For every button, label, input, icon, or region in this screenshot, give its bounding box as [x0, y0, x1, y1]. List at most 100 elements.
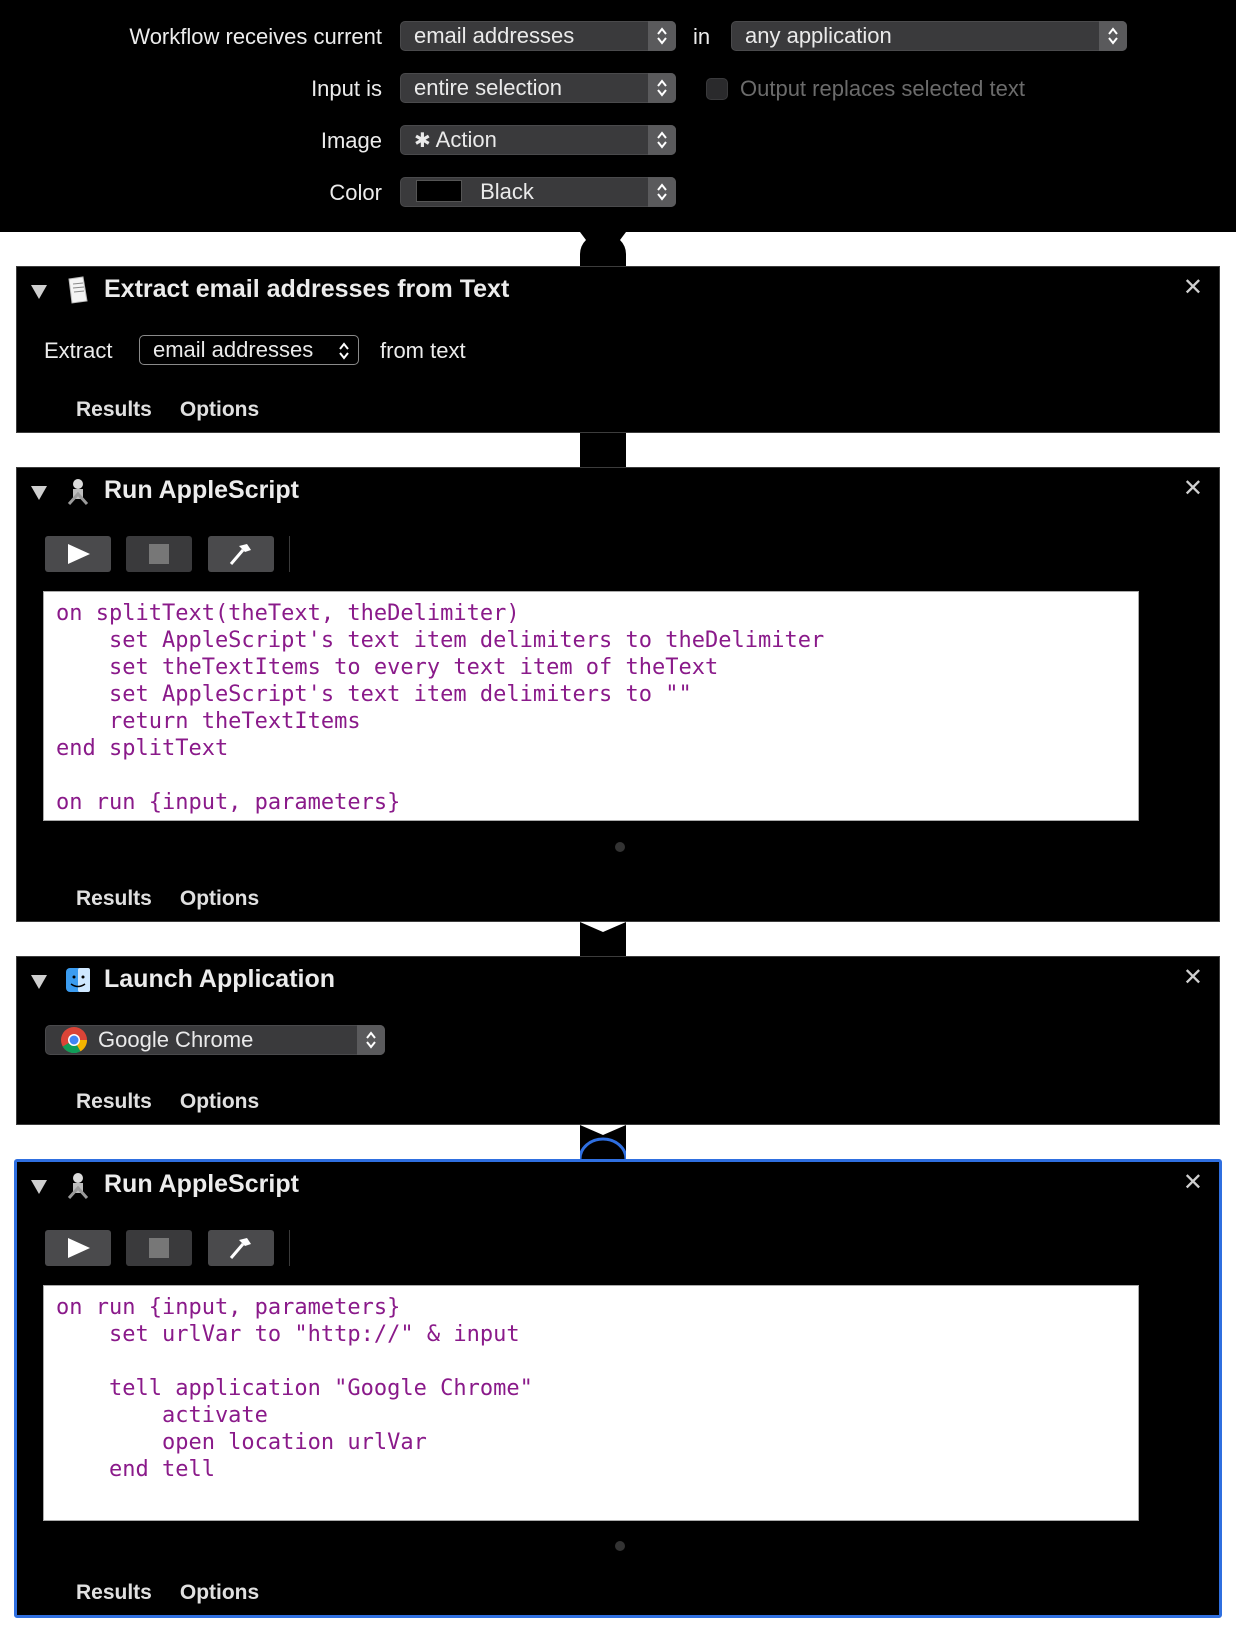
code-line: activate — [56, 1403, 268, 1428]
stop-button[interactable] — [126, 536, 192, 572]
extract-value: email addresses — [153, 337, 314, 362]
gear-icon: ✱ — [414, 130, 431, 152]
script-editor[interactable]: on run {input, parameters} set urlVar to… — [43, 1285, 1139, 1521]
stepper-icon — [648, 125, 676, 155]
code-line: on run {input, parameters} — [56, 790, 401, 815]
hammer-icon — [229, 544, 251, 565]
toolbar-divider — [289, 536, 290, 572]
run-button[interactable] — [45, 1230, 111, 1266]
image-label: Image — [320, 128, 382, 153]
image-popup[interactable]: ✱ Action — [400, 125, 676, 155]
disclosure-triangle-icon[interactable] — [31, 975, 47, 989]
results-tab[interactable]: Results — [76, 398, 152, 421]
in-label: in — [693, 24, 711, 49]
action-title: Extract email addresses from Text — [104, 275, 510, 303]
connector-icon — [580, 232, 626, 266]
results-tab[interactable]: Results — [76, 1090, 152, 1113]
resize-handle[interactable] — [615, 842, 625, 852]
stepper-icon — [648, 73, 676, 103]
stop-icon — [149, 544, 169, 564]
stop-icon — [149, 1238, 169, 1258]
disclosure-triangle-icon[interactable] — [31, 1180, 47, 1194]
applescript-icon — [67, 1173, 89, 1200]
extract-popup[interactable]: email addresses — [139, 335, 359, 365]
options-tab[interactable]: Options — [180, 1090, 259, 1113]
play-icon — [68, 1238, 90, 1258]
code-line: open location urlVar — [56, 1430, 427, 1455]
compile-button[interactable] — [208, 536, 274, 572]
applescript-icon — [67, 479, 89, 506]
code-line: tell application "Google Chrome" — [56, 1376, 533, 1401]
close-icon[interactable]: ✕ — [1183, 963, 1203, 992]
input-popup[interactable]: entire selection — [400, 73, 676, 103]
code-line: return theTextItems — [56, 709, 361, 734]
toolbar-divider — [289, 1230, 290, 1266]
application-popup[interactable]: Google Chrome — [45, 1025, 385, 1055]
close-icon[interactable]: ✕ — [1183, 474, 1203, 503]
code-line: end splitText — [56, 736, 229, 761]
disclosure-triangle-icon[interactable] — [31, 285, 47, 299]
results-tab[interactable]: Results — [76, 1581, 152, 1604]
input-value: entire selection — [414, 75, 562, 100]
output-replaces-label: Output replaces selected text — [740, 76, 1025, 101]
action-tabs: Results Options — [76, 1090, 287, 1114]
action-run-applescript-1[interactable]: Run AppleScript ✕ on splitText(theText, … — [16, 467, 1220, 922]
connector-icon — [580, 1125, 626, 1159]
chrome-icon — [61, 1027, 88, 1054]
action-run-applescript-2[interactable]: Run AppleScript ✕ on run {input, paramet… — [14, 1159, 1222, 1618]
script-editor[interactable]: on splitText(theText, theDelimiter) set … — [43, 591, 1139, 821]
image-value: Action — [435, 127, 497, 152]
connector-icon — [580, 922, 626, 956]
action-extract-email[interactable]: Extract email addresses from Text ✕ Extr… — [16, 266, 1220, 433]
options-tab[interactable]: Options — [180, 1581, 259, 1604]
options-tab[interactable]: Options — [180, 398, 259, 421]
action-title: Run AppleScript — [104, 476, 299, 504]
stepper-icon — [648, 177, 676, 207]
options-tab[interactable]: Options — [180, 887, 259, 910]
close-icon[interactable]: ✕ — [1183, 1168, 1203, 1197]
compile-button[interactable] — [208, 1230, 274, 1266]
stepper-icon — [338, 340, 350, 368]
color-label: Color — [329, 180, 382, 205]
code-line: set theTextItems to every text item of t… — [56, 655, 719, 680]
color-popup[interactable]: Black — [400, 177, 676, 207]
application-value: Google Chrome — [98, 1027, 254, 1052]
from-text-label: from text — [380, 338, 466, 363]
code-line: end tell — [56, 1457, 215, 1482]
stop-button[interactable] — [126, 1230, 192, 1266]
action-title: Run AppleScript — [104, 1170, 299, 1198]
connector-icon — [580, 433, 626, 467]
disclosure-triangle-icon[interactable] — [31, 486, 47, 500]
action-title: Launch Application — [104, 965, 336, 993]
action-launch-application[interactable]: Launch Application ✕ Google Chrome Resul… — [16, 956, 1220, 1125]
hammer-icon — [229, 1238, 251, 1259]
action-tabs: Results Options — [76, 398, 287, 422]
stepper-icon — [357, 1025, 385, 1055]
resize-handle[interactable] — [615, 1541, 625, 1551]
code-line: set AppleScript's text item delimiters t… — [56, 682, 692, 707]
output-replaces-checkbox[interactable] — [706, 78, 728, 100]
color-value: Black — [480, 179, 534, 204]
document-icon — [68, 276, 88, 304]
play-icon — [68, 544, 90, 564]
code-line: set AppleScript's text item delimiters t… — [56, 628, 825, 653]
receives-label: Workflow receives current — [129, 24, 382, 49]
run-button[interactable] — [45, 536, 111, 572]
results-tab[interactable]: Results — [76, 887, 152, 910]
code-line: on splitText(theText, theDelimiter) — [56, 601, 520, 626]
receives-value: email addresses — [414, 23, 575, 48]
code-line: set urlVar to "http://" & input — [56, 1322, 520, 1347]
action-tabs: Results Options — [76, 1581, 287, 1605]
code-line: on run {input, parameters} — [56, 1295, 401, 1320]
action-tabs: Results Options — [76, 887, 287, 911]
stepper-icon — [1099, 21, 1127, 51]
close-icon[interactable]: ✕ — [1183, 273, 1203, 302]
receives-popup[interactable]: email addresses — [400, 21, 676, 51]
color-swatch — [416, 180, 462, 202]
application-popup[interactable]: any application — [731, 21, 1127, 51]
workflow-header: Workflow receives current email addresse… — [0, 0, 1236, 232]
extract-label: Extract — [44, 338, 113, 363]
application-value: any application — [745, 23, 892, 48]
